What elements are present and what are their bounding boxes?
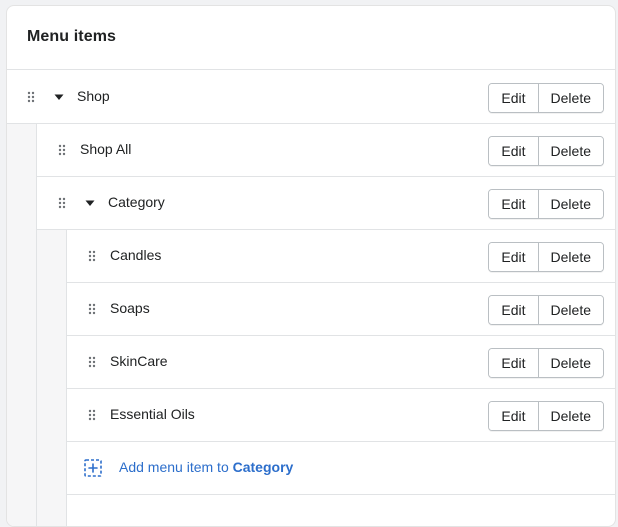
delete-button[interactable]: Delete <box>537 137 603 165</box>
menu-row-skincare[interactable]: SkinCare Edit Delete <box>67 336 615 389</box>
delete-button[interactable]: Delete <box>537 296 603 324</box>
edit-button[interactable]: Edit <box>489 137 538 165</box>
menu-row-essential-oils[interactable]: Essential Oils Edit Delete <box>67 389 615 442</box>
menu-item-label[interactable]: Shop All <box>80 141 131 157</box>
menu-item-label[interactable]: Category <box>108 194 165 210</box>
menu-item-label[interactable]: SkinCare <box>110 353 168 369</box>
edit-button[interactable]: Edit <box>489 349 538 377</box>
drag-handle-icon[interactable] <box>88 409 96 421</box>
caret-down-icon[interactable] <box>54 93 64 101</box>
menu-item-label[interactable]: Essential Oils <box>110 406 195 422</box>
indent-gutter-level-2 <box>37 230 67 526</box>
item-actions: Edit Delete <box>488 83 604 113</box>
delete-button[interactable]: Delete <box>537 349 603 377</box>
caret-down-icon[interactable] <box>85 199 95 207</box>
card-title: Menu items <box>27 28 117 45</box>
drag-handle-icon[interactable] <box>88 303 96 315</box>
delete-button[interactable]: Delete <box>537 84 603 112</box>
menu-row-shop-all[interactable]: Shop All Edit Delete <box>37 124 615 177</box>
add-menu-item-target: Category <box>232 459 294 475</box>
menu-row-category[interactable]: Category Edit Delete <box>37 177 615 230</box>
add-square-icon[interactable] <box>84 459 102 477</box>
menu-item-label[interactable]: Shop <box>77 88 110 104</box>
add-menu-item-link[interactable]: Add menu item to Category <box>119 459 293 475</box>
add-menu-item-row[interactable]: Add menu item to Category <box>67 442 615 495</box>
edit-button[interactable]: Edit <box>489 243 538 271</box>
edit-button[interactable]: Edit <box>489 402 538 430</box>
menu-row-candles[interactable]: Candles Edit Delete <box>67 230 615 283</box>
drag-handle-icon[interactable] <box>88 356 96 368</box>
item-actions: Edit Delete <box>488 348 604 378</box>
item-actions: Edit Delete <box>488 295 604 325</box>
indent-gutter-level-1 <box>7 124 37 526</box>
delete-button[interactable]: Delete <box>537 243 603 271</box>
item-actions: Edit Delete <box>488 242 604 272</box>
menu-item-label[interactable]: Candles <box>110 247 161 263</box>
add-menu-item-prefix: Add menu item to <box>119 459 233 475</box>
drag-handle-icon[interactable] <box>58 144 66 156</box>
item-actions: Edit Delete <box>488 189 604 219</box>
menu-row-shop[interactable]: Shop Edit Delete <box>7 71 615 124</box>
edit-button[interactable]: Edit <box>489 84 538 112</box>
menu-row-soaps[interactable]: Soaps Edit Delete <box>67 283 615 336</box>
drag-handle-icon[interactable] <box>88 250 96 262</box>
drag-handle-icon[interactable] <box>27 91 35 103</box>
menu-item-label[interactable]: Soaps <box>110 300 150 316</box>
delete-button[interactable]: Delete <box>537 190 603 218</box>
menu-items-card: Menu items Shop Edit Delete Shop All Edi… <box>6 5 616 527</box>
card-header: Menu items <box>7 6 615 70</box>
edit-button[interactable]: Edit <box>489 190 538 218</box>
item-actions: Edit Delete <box>488 401 604 431</box>
delete-button[interactable]: Delete <box>537 402 603 430</box>
edit-button[interactable]: Edit <box>489 296 538 324</box>
item-actions: Edit Delete <box>488 136 604 166</box>
drag-handle-icon[interactable] <box>58 197 66 209</box>
